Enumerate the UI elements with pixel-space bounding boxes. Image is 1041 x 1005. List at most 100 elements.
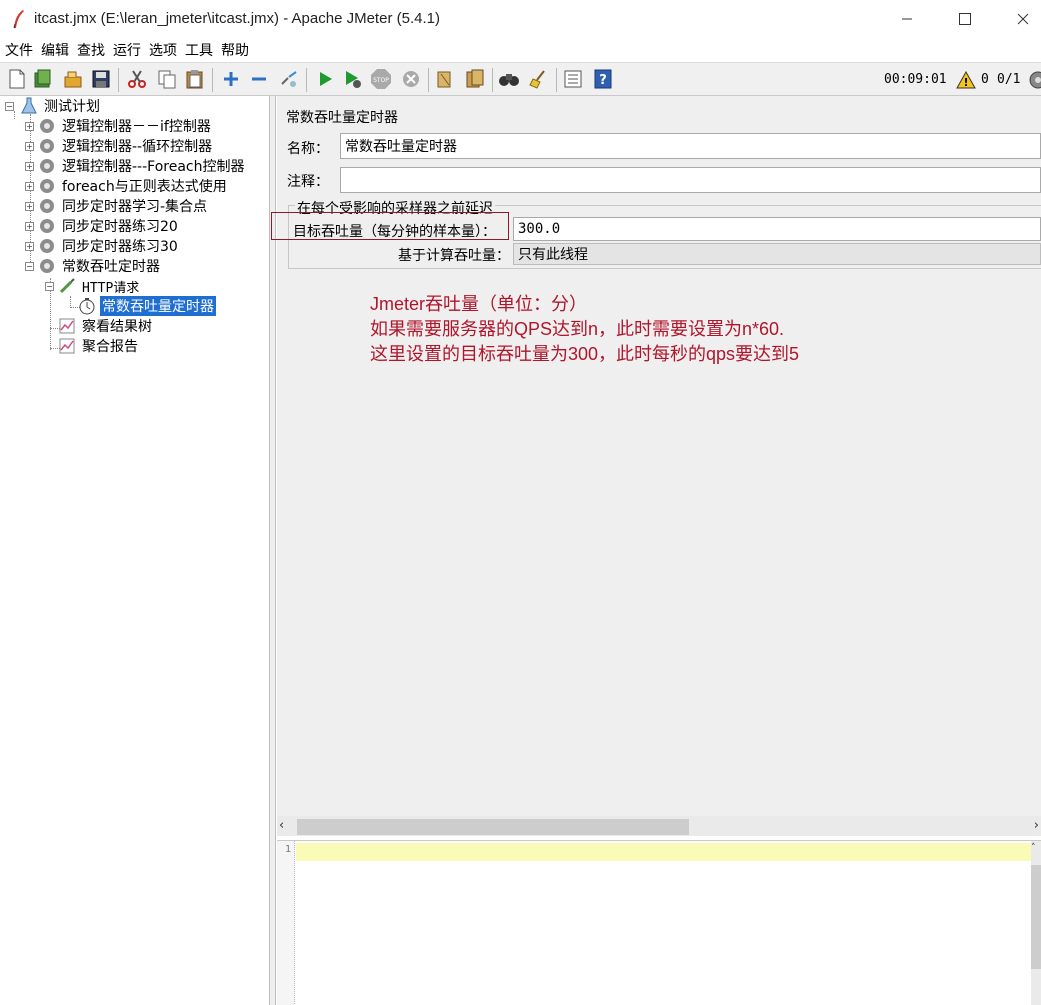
tree-node-view-results-tree[interactable]: 察看结果树 <box>58 316 154 336</box>
collapse-toggle[interactable]: − <box>5 102 14 111</box>
test-plan-tree: − 测试计划 + 逻辑控制器－－if控制器 + 逻辑控制器--循环控制器 + 逻… <box>0 96 270 1005</box>
annotation-line: Jmeter吞吐量（单位：分） <box>370 294 588 314</box>
reset-search-button[interactable] <box>528 68 550 90</box>
menu-run[interactable]: 运行 <box>112 40 142 60</box>
tree-label: 测试计划 <box>44 99 100 115</box>
toolbar: STOP ? 00:09:01 ! 0 0/1 <box>0 62 1041 96</box>
menu-tools[interactable]: 工具 <box>184 40 214 60</box>
expand-toggle[interactable]: + <box>25 162 34 171</box>
templates-button[interactable] <box>32 68 54 90</box>
scroll-thumb[interactable] <box>297 819 689 835</box>
clear-all-icon <box>466 69 484 88</box>
name-field[interactable]: 常数吞吐量定时器 <box>340 133 1041 159</box>
toolbar-separator <box>212 68 213 92</box>
menu-file[interactable]: 文件 <box>4 40 34 60</box>
copy-button[interactable] <box>156 68 178 90</box>
tree-node-thread-group[interactable]: 常数吞吐定时器 <box>38 256 162 276</box>
tree-node-aggregate-report[interactable]: 聚合报告 <box>58 336 140 356</box>
panel-title: 常数吞吐量定时器 <box>286 110 398 126</box>
tree-node-controller[interactable]: foreach与正则表达式使用 <box>38 176 229 196</box>
tree-node-controller[interactable]: 逻辑控制器－－if控制器 <box>38 116 213 136</box>
minimize-button[interactable] <box>884 6 930 32</box>
warning-icon[interactable]: ! <box>955 69 977 91</box>
toolbar-separator <box>428 68 429 92</box>
help-button[interactable]: ? <box>592 68 614 90</box>
calc-mode-select[interactable]: 只有此线程 <box>513 243 1041 265</box>
highlight-annotation-box <box>271 212 509 240</box>
stop-button[interactable]: STOP <box>370 68 392 90</box>
collapse-all-button[interactable] <box>248 68 270 90</box>
tree-node-controller[interactable]: 同步定时器练习20 <box>38 216 180 236</box>
paste-button[interactable] <box>184 68 206 90</box>
scroll-thumb[interactable] <box>1031 865 1041 969</box>
collapse-toggle[interactable]: − <box>45 282 54 291</box>
clear-all-button[interactable] <box>464 68 486 90</box>
clear-button[interactable] <box>434 68 456 90</box>
toggle-icon <box>281 71 297 87</box>
tree-label: 聚合报告 <box>82 339 138 355</box>
tree-label: 同步定时器学习-集合点 <box>62 199 208 215</box>
expand-toggle[interactable]: + <box>25 202 34 211</box>
clear-icon <box>437 71 451 88</box>
cut-icon <box>128 70 146 88</box>
menu-options[interactable]: 选项 <box>148 40 178 60</box>
tree-node-controller[interactable]: 同步定时器学习-集合点 <box>38 196 209 216</box>
tree-label: 逻辑控制器--循环控制器 <box>62 139 213 155</box>
window-title: itcast.jmx (E:\leran_jmeter\itcast.jmx) … <box>34 10 440 27</box>
gear-icon <box>38 257 56 275</box>
horizontal-scrollbar[interactable]: ‹ › <box>277 816 1041 836</box>
annotation-line: 如果需要服务器的QPS达到n，此时需要设置为n*60. <box>370 319 785 339</box>
play-no-pause-icon <box>346 71 361 88</box>
tree-node-constant-throughput-timer[interactable]: 常数吞吐量定时器 <box>78 296 216 316</box>
warning-count: 0 <box>981 72 989 87</box>
gear-icon <box>38 237 56 255</box>
tree-label: HTTP请求 <box>82 280 140 296</box>
expand-toggle[interactable]: + <box>25 242 34 251</box>
tree-label: 常数吞吐量定时器 <box>100 296 216 316</box>
open-button[interactable] <box>62 68 84 90</box>
binoculars-icon <box>499 74 519 86</box>
log-editor[interactable]: 1 ˄ <box>277 840 1041 1005</box>
close-button[interactable] <box>1000 6 1041 32</box>
tree-node-controller[interactable]: 同步定时器练习30 <box>38 236 180 256</box>
stopwatch-icon <box>78 297 96 315</box>
tree-label: 常数吞吐定时器 <box>62 259 160 275</box>
expand-toggle[interactable]: + <box>25 122 34 131</box>
menu-help[interactable]: 帮助 <box>220 40 250 60</box>
close-icon <box>1017 13 1029 25</box>
tree-node-controller[interactable]: 逻辑控制器---Foreach控制器 <box>38 156 247 176</box>
comment-field[interactable] <box>340 167 1041 193</box>
list-icon <box>564 70 582 88</box>
tree-node-http-request[interactable]: HTTP请求 <box>58 276 141 296</box>
expand-all-button[interactable] <box>220 68 242 90</box>
collapse-toggle[interactable]: − <box>25 262 34 271</box>
calc-mode-label: 基于计算吞吐量： <box>398 248 510 264</box>
save-icon <box>92 70 110 88</box>
shutdown-button[interactable] <box>400 68 422 90</box>
svg-text:STOP: STOP <box>373 77 389 84</box>
scroll-up-icon[interactable]: ˄ <box>1031 843 1036 853</box>
vertical-scrollbar[interactable]: ˄ <box>1031 841 1041 1005</box>
menu-edit[interactable]: 编辑 <box>40 40 70 60</box>
toolbar-separator <box>118 68 119 92</box>
tree-label: 逻辑控制器－－if控制器 <box>62 119 211 135</box>
maximize-button[interactable] <box>942 6 988 32</box>
scroll-left-icon[interactable]: ‹ <box>279 818 284 833</box>
tree-node-controller[interactable]: 逻辑控制器--循环控制器 <box>38 136 214 156</box>
expand-toggle[interactable]: + <box>25 182 34 191</box>
elapsed-time: 00:09:01 <box>884 72 947 87</box>
new-button[interactable] <box>6 68 28 90</box>
search-button[interactable] <box>498 68 520 90</box>
toggle-button[interactable] <box>278 68 300 90</box>
start-no-pauses-button[interactable] <box>342 68 364 90</box>
scroll-right-icon[interactable]: › <box>1034 818 1039 833</box>
expand-toggle[interactable]: + <box>25 142 34 151</box>
start-button[interactable] <box>314 68 336 90</box>
save-button[interactable] <box>90 68 112 90</box>
target-throughput-field[interactable]: 300.0 <box>513 217 1041 241</box>
expand-toggle[interactable]: + <box>25 222 34 231</box>
cut-button[interactable] <box>126 68 148 90</box>
function-helper-button[interactable] <box>562 68 584 90</box>
menu-search[interactable]: 查找 <box>76 40 106 60</box>
tree-node-test-plan[interactable]: 测试计划 <box>20 96 102 116</box>
